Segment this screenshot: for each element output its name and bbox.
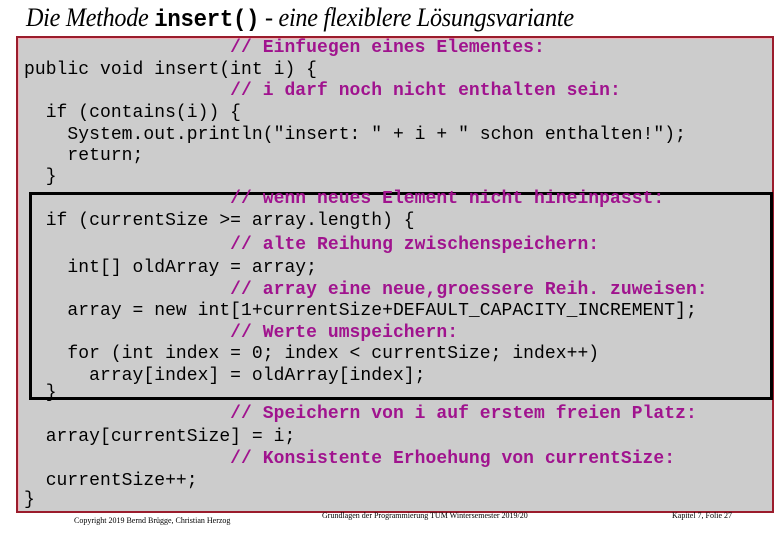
code-line-comment: // Speichern von i auf erstem freien Pla…	[24, 404, 697, 424]
code-line-comment: // i darf noch nicht enthalten sein:	[24, 81, 621, 101]
code-line: System.out.println("insert: " + i + " sc…	[24, 125, 686, 145]
code-line: for (int index = 0; index < currentSize;…	[24, 344, 600, 364]
code-line: }	[24, 490, 35, 510]
code-line: if (contains(i)) {	[24, 103, 242, 123]
title-prefix: Die Methode	[26, 3, 155, 32]
code-line: }	[24, 383, 57, 403]
code-line-comment: // Einfuegen eines Elementes:	[24, 38, 545, 58]
title-suffix: - eine flexiblere Lösungsvariante	[259, 3, 574, 32]
code-line: if (currentSize >= array.length) {	[24, 211, 415, 231]
code-line: return;	[24, 146, 144, 166]
code-line: array[currentSize] = i;	[24, 427, 296, 447]
code-line-comment: // array eine neue,groessere Reih. zuwei…	[24, 280, 708, 300]
slide-title: Die Methode insert() - eine flexiblere L…	[26, 3, 574, 35]
code-line: public void insert(int i) {	[24, 60, 317, 80]
code-line: int[] oldArray = array;	[24, 258, 317, 278]
code-line: }	[24, 167, 57, 187]
title-method-name: insert()	[154, 7, 260, 34]
code-line-comment: // alte Reihung zwischenspeichern:	[24, 235, 600, 255]
code-line-comment: // wenn neues Element nicht hineinpasst:	[24, 189, 665, 209]
code-line-comment: // Konsistente Erhoehung von currentSize…	[24, 449, 676, 469]
footer-course: Grundlagen der Programmierung TUM Winter…	[322, 511, 528, 520]
code-line: array = new int[1+currentSize+DEFAULT_CA…	[24, 301, 697, 321]
footer-page-number: Kapitel 7, Folie 27	[672, 511, 732, 520]
code-line-comment: // Werte umspeichern:	[24, 323, 459, 343]
code-line: currentSize++;	[24, 471, 198, 491]
code-line: array[index] = oldArray[index];	[24, 366, 426, 386]
footer-copyright: Copyright 2019 Bernd Brügge, Christian H…	[74, 516, 231, 525]
